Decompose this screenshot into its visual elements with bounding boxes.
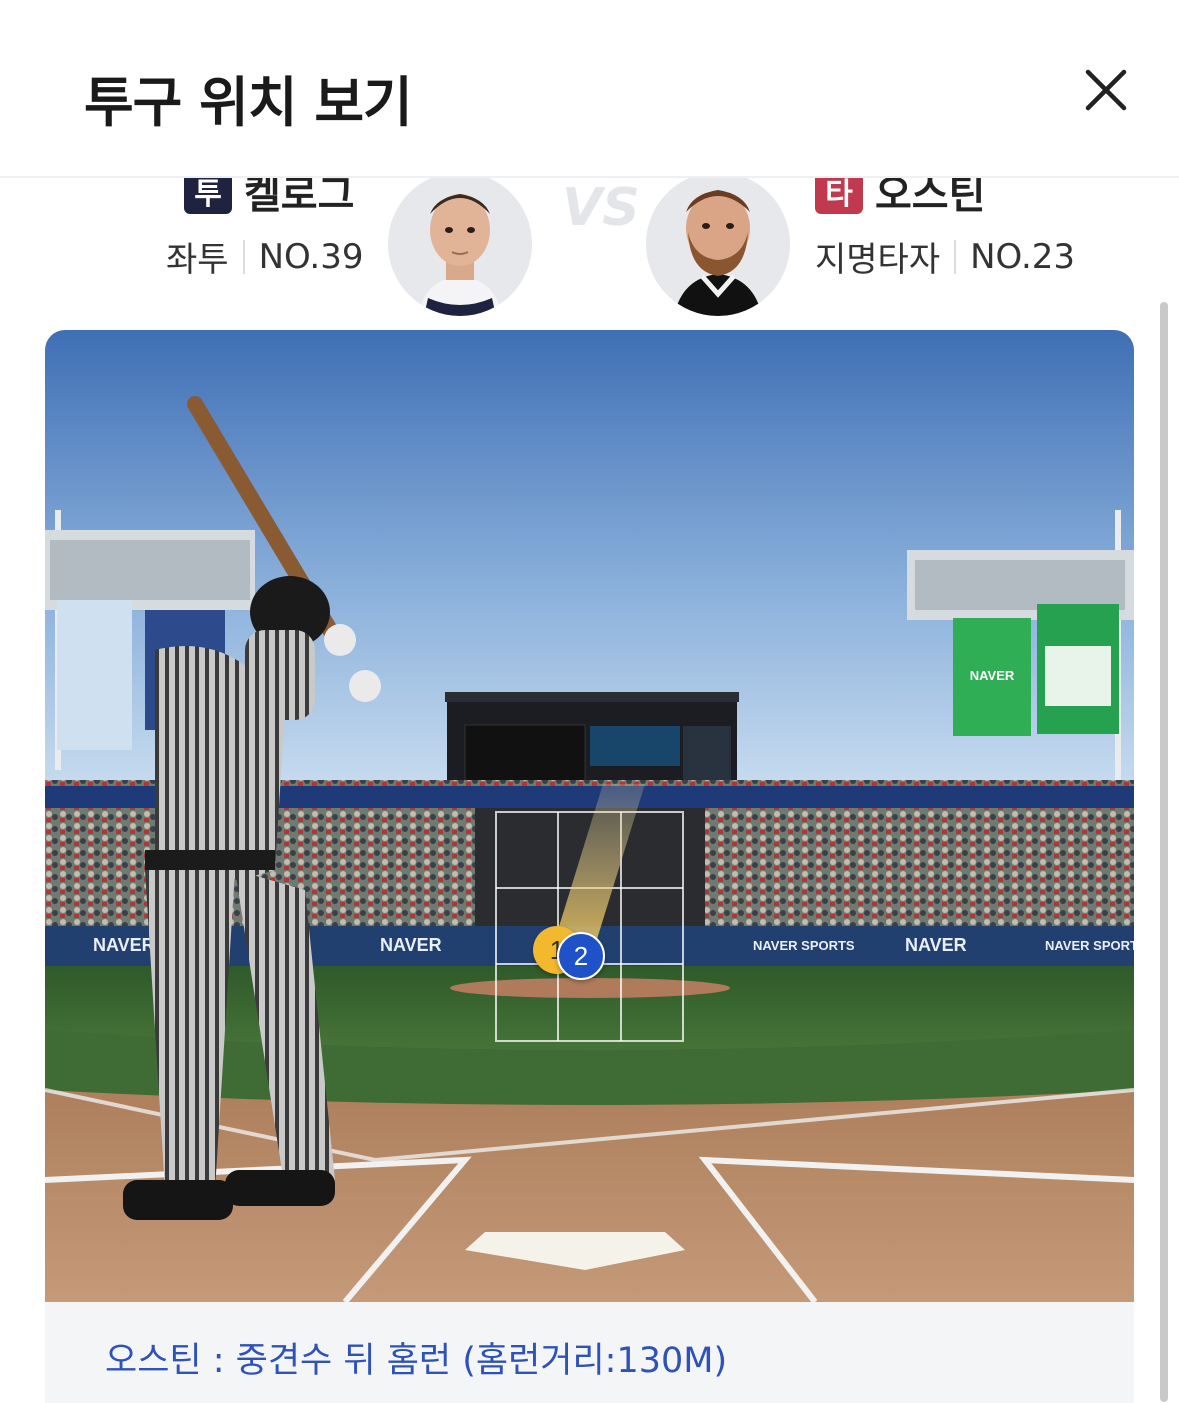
pitcher-throws: 좌투 — [166, 240, 229, 280]
svg-text:NAVER SPORTS: NAVER SPORTS — [753, 938, 855, 953]
vs-label: VS — [562, 178, 640, 238]
pitch-location-sheet: 투구 위치 보기 투 켈로그 좌투 NO.39 VS 타 오스틴 지명타자 NO… — [0, 0, 1179, 1403]
page-title: 투구 위치 보기 — [84, 71, 413, 134]
pitcher-meta: 좌투 NO.39 — [166, 232, 363, 281]
stadium-illustration: NAVER NAVER NAVER NAVER NAVER SPORTS NAV… — [45, 330, 1134, 1302]
pitcher-number: NO.39 — [258, 236, 364, 277]
result-caption-box: 오스틴 : 중견수 뒤 홈런 (홈런거리:130M) — [45, 1302, 1134, 1403]
svg-text:NAVER: NAVER — [970, 668, 1015, 683]
meta-divider — [954, 239, 957, 274]
batter-meta: 지명타자 NO.23 — [815, 232, 1075, 281]
batter-number: NO.23 — [970, 236, 1076, 277]
result-caption: 오스틴 : 중견수 뒤 홈런 (홈런거리:130M) — [105, 1341, 728, 1381]
svg-text:NAVER SPORTS: NAVER SPORTS — [1045, 938, 1134, 953]
pitcher-photo — [388, 172, 532, 316]
svg-text:NAVER: NAVER — [905, 935, 967, 955]
svg-text:NAVER: NAVER — [93, 935, 155, 955]
pitcher-avatar[interactable] — [388, 172, 532, 316]
batter-position: 지명타자 — [815, 240, 941, 280]
close-icon — [1085, 69, 1127, 111]
close-button[interactable] — [1078, 62, 1134, 118]
batter-avatar[interactable] — [646, 172, 790, 316]
pitch-marker-2[interactable]: 2 — [557, 932, 605, 980]
svg-text:NAVER: NAVER — [380, 935, 442, 955]
sheet-header: 투구 위치 보기 — [0, 0, 1179, 178]
pitch-marker-label: 2 — [573, 940, 589, 971]
batter-photo — [646, 172, 790, 316]
pitch-location-field: NAVER NAVER NAVER NAVER NAVER SPORTS NAV… — [45, 330, 1134, 1302]
meta-divider — [242, 239, 245, 274]
scrollbar[interactable] — [1160, 302, 1168, 1402]
